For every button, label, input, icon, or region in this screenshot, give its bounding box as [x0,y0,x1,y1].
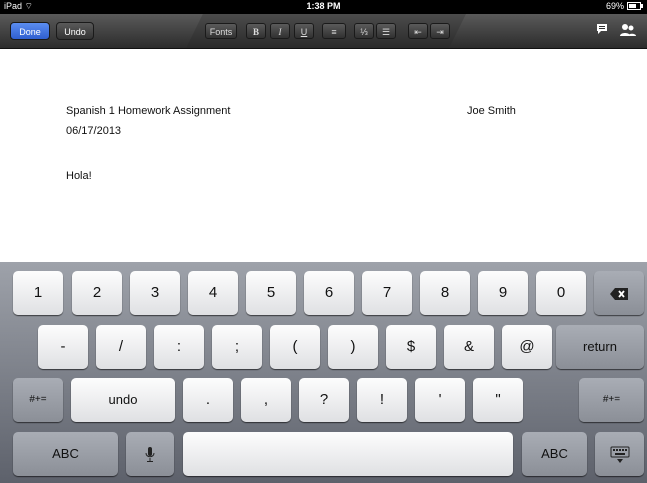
comment-icon[interactable] [596,23,608,38]
microphone-icon [145,446,155,462]
editor-toolbar: Done Undo Fonts B I U ≡ ⅓ ☰ ⇤ ⇥ [0,14,647,49]
done-button[interactable]: Done [10,22,50,40]
key-8[interactable]: 8 [420,271,470,315]
key-dollar[interactable]: $ [386,325,436,369]
clock: 1:38 PM [306,1,341,11]
undo-button[interactable]: Undo [56,22,94,40]
key-question[interactable]: ? [299,378,349,422]
key-colon[interactable]: : [154,325,204,369]
share-users-icon[interactable] [620,23,636,40]
key-1[interactable]: 1 [13,271,63,315]
keyboard: 1 2 3 4 5 6 7 8 9 0 - / : ; ( ) $ & @ re… [0,262,647,483]
backspace-key[interactable] [594,271,644,315]
key-5[interactable]: 5 [246,271,296,315]
hide-keyboard-key[interactable] [595,432,644,476]
key-4[interactable]: 4 [188,271,238,315]
key-7[interactable]: 7 [362,271,412,315]
key-hyphen[interactable]: - [38,325,88,369]
indent-button[interactable]: ⇥ [430,23,450,39]
key-close-paren[interactable]: ) [328,325,378,369]
document-body[interactable]: Hola! [66,170,92,182]
fonts-button[interactable]: Fonts [205,23,237,39]
key-6[interactable]: 6 [304,271,354,315]
key-ampersand[interactable]: & [444,325,494,369]
key-apostrophe[interactable]: ' [415,378,465,422]
key-semicolon[interactable]: ; [212,325,262,369]
dictation-key[interactable] [126,432,174,476]
undo-key[interactable]: undo [71,378,175,422]
underline-button[interactable]: U [294,23,314,39]
bold-button[interactable]: B [246,23,266,39]
key-period[interactable]: . [183,378,233,422]
battery-status: 69% [605,1,643,11]
key-quote[interactable]: " [473,378,523,422]
key-9[interactable]: 9 [478,271,528,315]
document-title[interactable]: Spanish 1 Homework Assignment [66,105,230,117]
key-2[interactable]: 2 [72,271,122,315]
key-slash[interactable]: / [96,325,146,369]
key-at[interactable]: @ [502,325,552,369]
key-open-paren[interactable]: ( [270,325,320,369]
keyboard-hide-icon [610,446,629,463]
outdent-button[interactable]: ⇤ [408,23,428,39]
symbols-key-right[interactable]: #+= [579,378,644,422]
symbols-key-left[interactable]: #+= [13,378,63,422]
key-3[interactable]: 3 [130,271,180,315]
numbered-list-button[interactable]: ⅓ [354,23,374,39]
status-bar: iPad ⌔ 1:38 PM 69% [0,0,647,14]
document-date[interactable]: 06/17/2013 [66,125,121,137]
align-button[interactable]: ≡ [322,23,346,39]
return-key[interactable]: return [556,325,644,369]
abc-key-right[interactable]: ABC [522,432,587,476]
battery-percent: 69% [605,1,624,11]
space-bar[interactable] [183,432,513,476]
italic-button[interactable]: I [270,23,290,39]
battery-icon [627,2,643,10]
document-author[interactable]: Joe Smith [467,105,516,117]
key-exclamation[interactable]: ! [357,378,407,422]
backspace-icon [610,287,628,300]
key-0[interactable]: 0 [536,271,586,315]
key-comma[interactable]: , [241,378,291,422]
abc-key-left[interactable]: ABC [13,432,118,476]
bulleted-list-button[interactable]: ☰ [376,23,396,39]
